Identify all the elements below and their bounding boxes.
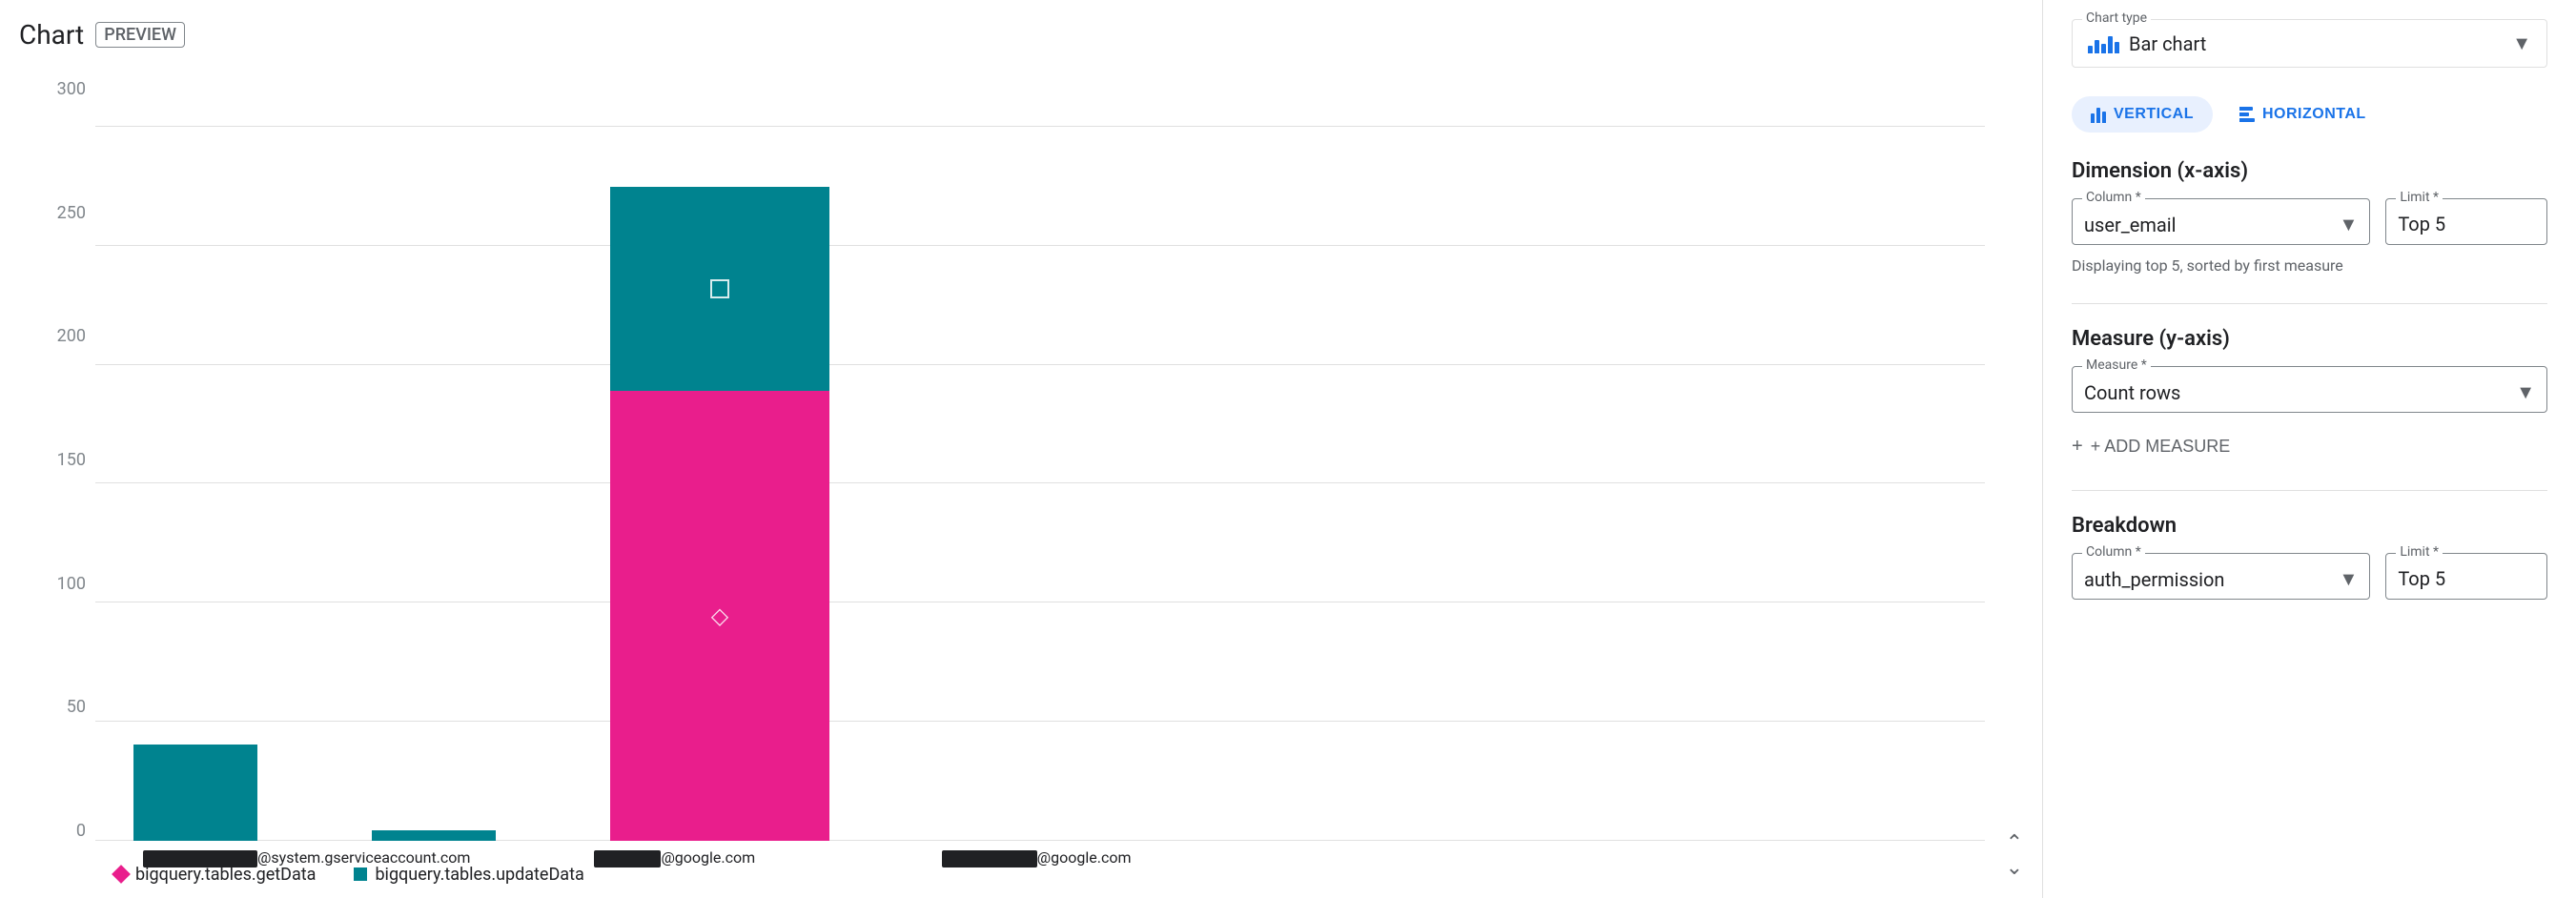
breakdown-section: Breakdown Column * auth_permission ▼ Lim… <box>2072 514 2547 600</box>
y-tick-0: 0 <box>76 821 86 841</box>
dimension-section: Dimension (x-axis) Column * user_email ▼… <box>2072 159 2547 275</box>
plus-icon: + <box>2072 436 2083 458</box>
bar-segment-teal-3 <box>610 187 829 391</box>
chart-type-content: Bar chart <box>2088 32 2206 55</box>
dimension-fields: Column * user_email ▼ Limit * Top 5 <box>2072 198 2547 245</box>
breakdown-column-label: Column * <box>2082 544 2145 560</box>
breakdown-column-content: auth_permission ▼ <box>2084 567 2358 591</box>
bar-group-2 <box>372 830 496 841</box>
add-measure-label: + ADD MEASURE <box>2091 437 2231 457</box>
chart-header: Chart PREVIEW <box>19 19 2042 51</box>
y-tick-300: 300 <box>57 79 86 99</box>
column-field-label: Column * <box>2082 190 2145 205</box>
chart-container: 300 250 200 150 100 50 0 <box>19 79 2042 898</box>
chart-area: Chart PREVIEW 300 250 200 150 100 50 0 <box>0 0 2042 898</box>
bar-group-3: ◇ <box>610 187 829 841</box>
limit-field[interactable]: Limit * Top 5 <box>2385 198 2547 245</box>
horizontal-label: HORIZONTAL <box>2262 106 2366 123</box>
chart-plot-area: ◇ @system.gserviceaccount.com @go <box>95 79 2042 898</box>
y-tick-250: 250 <box>57 203 86 223</box>
bar5 <box>2115 42 2119 53</box>
breakdown-limit-value: Top 5 <box>2398 567 2445 590</box>
measure-fields: Measure * Count rows ▼ <box>2072 366 2547 413</box>
chart-type-dropdown-arrow[interactable]: ▼ <box>2512 31 2531 55</box>
bar-segment-teal-2 <box>372 830 496 841</box>
divider-2 <box>2072 490 2547 491</box>
bar3 <box>2101 44 2106 53</box>
measure-dropdown-arrow[interactable]: ▼ <box>2516 380 2535 404</box>
limit-field-content: Top 5 <box>2398 213 2535 235</box>
legend-item-2: bigquery.tables.updateData <box>354 865 583 885</box>
bar-stack-3: ◇ <box>610 187 829 841</box>
breakdown-fields: Column * auth_permission ▼ Limit * Top 5 <box>2072 553 2547 600</box>
chart-type-field-label: Chart type <box>2082 10 2151 26</box>
measure-field-label: Measure * <box>2082 357 2151 373</box>
horizontal-button[interactable]: HORIZONTAL <box>2220 96 2385 133</box>
vertical-bar-icon <box>2091 106 2106 123</box>
chart-type-selector[interactable]: Chart type Bar chart ▼ <box>2072 19 2547 68</box>
bar-group-1 <box>133 745 257 841</box>
bar4 <box>2108 36 2113 53</box>
chevron-up-icon[interactable]: ⌃ <box>2006 833 2023 854</box>
bar1 <box>2088 46 2093 53</box>
vertical-button[interactable]: VERTICAL <box>2072 96 2213 133</box>
y-axis: 300 250 200 150 100 50 0 <box>19 79 95 898</box>
bar-chart-icon <box>2088 34 2119 53</box>
measure-field-content: Count rows ▼ <box>2084 380 2535 404</box>
column-field-value: user_email <box>2084 214 2177 236</box>
column-dropdown-arrow[interactable]: ▼ <box>2340 213 2359 236</box>
bar-segment-pink-3: ◇ <box>610 391 829 842</box>
y-tick-50: 50 <box>67 697 86 717</box>
chart-title: Chart <box>19 19 84 51</box>
legend-label-2: bigquery.tables.updateData <box>375 865 583 885</box>
horizontal-bar-icon <box>2239 106 2255 123</box>
measure-field[interactable]: Measure * Count rows ▼ <box>2072 366 2547 413</box>
square-icon <box>710 279 729 298</box>
column-field[interactable]: Column * user_email ▼ <box>2072 198 2370 245</box>
y-tick-200: 200 <box>57 326 86 346</box>
preview-badge: PREVIEW <box>95 22 185 48</box>
legend-square-icon <box>354 867 367 881</box>
legend-area: bigquery.tables.getData bigquery.tables.… <box>76 850 1985 898</box>
dimension-section-title: Dimension (x-axis) <box>2072 159 2547 183</box>
bar-stack-2 <box>372 830 496 841</box>
limit-field-value: Top 5 <box>2398 213 2445 235</box>
diamond-icon: ◇ <box>711 602 728 629</box>
breakdown-limit-label: Limit * <box>2396 544 2443 560</box>
breakdown-dropdown-arrow[interactable]: ▼ <box>2340 567 2359 591</box>
bar-segment-teal-1 <box>133 745 257 841</box>
chevron-down-icon[interactable]: ⌄ <box>2006 858 2023 879</box>
add-measure-button[interactable]: + + ADD MEASURE <box>2072 432 2230 461</box>
breakdown-column-field[interactable]: Column * auth_permission ▼ <box>2072 553 2370 600</box>
scroll-indicator[interactable]: ⌃ ⌄ <box>2006 833 2023 879</box>
measure-section-title: Measure (y-axis) <box>2072 327 2547 351</box>
dimension-helper-text: Displaying top 5, sorted by first measur… <box>2072 256 2547 275</box>
breakdown-limit-content: Top 5 <box>2398 567 2535 590</box>
breakdown-section-title: Breakdown <box>2072 514 2547 538</box>
legend-diamond-icon <box>112 865 131 884</box>
breakdown-limit-field[interactable]: Limit * Top 5 <box>2385 553 2547 600</box>
divider-1 <box>2072 303 2547 304</box>
legend-item-1: bigquery.tables.getData <box>114 865 316 885</box>
y-tick-100: 100 <box>57 574 86 594</box>
column-field-content: user_email ▼ <box>2084 213 2358 236</box>
right-panel: Chart type Bar chart ▼ VERTICAL <box>2042 0 2576 898</box>
bar2 <box>2095 40 2099 53</box>
legend-label-1: bigquery.tables.getData <box>135 865 316 885</box>
bar-stack-1 <box>133 745 257 841</box>
orientation-buttons: VERTICAL HORIZONTAL <box>2072 96 2547 133</box>
y-tick-150: 150 <box>57 450 86 470</box>
chart-type-section: Chart type Bar chart ▼ <box>2072 19 2547 68</box>
chart-type-value: Bar chart <box>2129 32 2206 55</box>
limit-field-label: Limit * <box>2396 190 2443 205</box>
measure-field-value: Count rows <box>2084 381 2180 404</box>
measure-section: Measure (y-axis) Measure * Count rows ▼ … <box>2072 327 2547 461</box>
breakdown-column-value: auth_permission <box>2084 568 2224 591</box>
bars-container: ◇ <box>95 79 1985 841</box>
vertical-label: VERTICAL <box>2114 106 2194 123</box>
